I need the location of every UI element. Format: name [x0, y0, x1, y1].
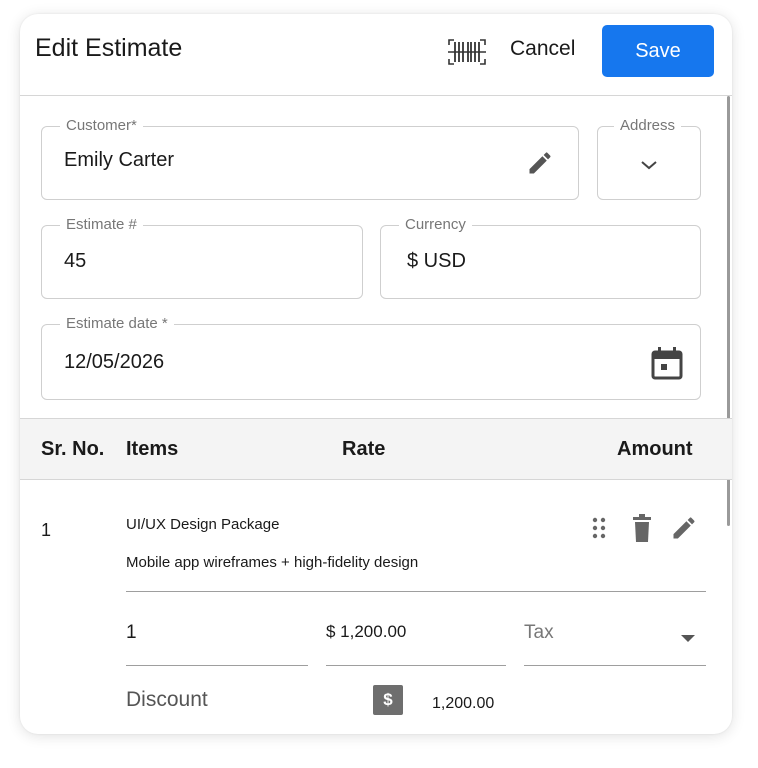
quantity-value: 1 — [126, 622, 137, 643]
currency-value: $ USD — [407, 250, 466, 272]
calendar-icon[interactable] — [650, 345, 684, 386]
tax-placeholder: Tax — [524, 622, 554, 643]
rate-value: $ 1,200.00 — [326, 622, 407, 641]
dropdown-arrow-icon[interactable] — [680, 630, 696, 648]
customer-value: Emily Carter — [64, 149, 175, 171]
estimate-date-field[interactable]: Estimate date * 12/05/2026 — [41, 315, 701, 400]
save-button[interactable]: Save — [602, 25, 714, 77]
pencil-icon[interactable] — [670, 514, 698, 547]
estimate-number-label: Estimate # — [60, 216, 143, 234]
chevron-down-icon[interactable] — [638, 157, 660, 178]
column-rate: Rate — [342, 438, 386, 460]
discount-label[interactable]: Discount — [126, 688, 208, 712]
pencil-icon[interactable] — [526, 149, 554, 182]
estimate-number-value: 45 — [64, 250, 87, 272]
estimate-date-value: 12/05/2026 — [64, 351, 165, 373]
quantity-input[interactable]: 1 — [126, 618, 308, 666]
row-amount: 1,200.00 — [432, 695, 495, 712]
page-title: Edit Estimate — [35, 34, 183, 62]
header-bar: Edit Estimate Cancel Save — [20, 14, 732, 96]
address-label: Address — [614, 117, 682, 135]
barcode-scan-icon[interactable] — [446, 36, 488, 68]
column-items: Items — [126, 438, 179, 460]
items-table-header: Sr. No. Items Rate Amount — [20, 418, 732, 480]
estimate-number-field[interactable]: Estimate # 45 — [41, 216, 363, 299]
currency-label: Currency — [399, 216, 472, 234]
currency-field[interactable]: Currency $ USD — [380, 216, 701, 299]
cancel-button[interactable]: Cancel — [510, 37, 575, 61]
column-sr-no: Sr. No. — [41, 438, 105, 460]
row-sr-no: 1 — [41, 520, 52, 540]
trash-icon[interactable] — [630, 512, 654, 549]
rate-input[interactable]: $ 1,200.00 — [326, 618, 506, 666]
drag-handle-icon[interactable] — [590, 514, 608, 547]
tax-select[interactable]: Tax — [524, 618, 706, 666]
estimate-date-label: Estimate date * — [60, 315, 174, 333]
address-field[interactable]: Address — [597, 117, 701, 200]
customer-label: Customer* — [60, 117, 143, 135]
column-amount: Amount — [617, 438, 693, 460]
customer-field[interactable]: Customer* Emily Carter — [41, 117, 579, 200]
item-description: Mobile app wireframes + high-fidelity de… — [126, 554, 419, 571]
edit-estimate-panel: Edit Estimate Cancel Save Customer* Emil… — [20, 14, 732, 734]
discount-type-toggle[interactable]: $ — [373, 685, 403, 715]
row-divider — [126, 591, 706, 592]
item-name: UI/UX Design Package — [126, 516, 280, 533]
